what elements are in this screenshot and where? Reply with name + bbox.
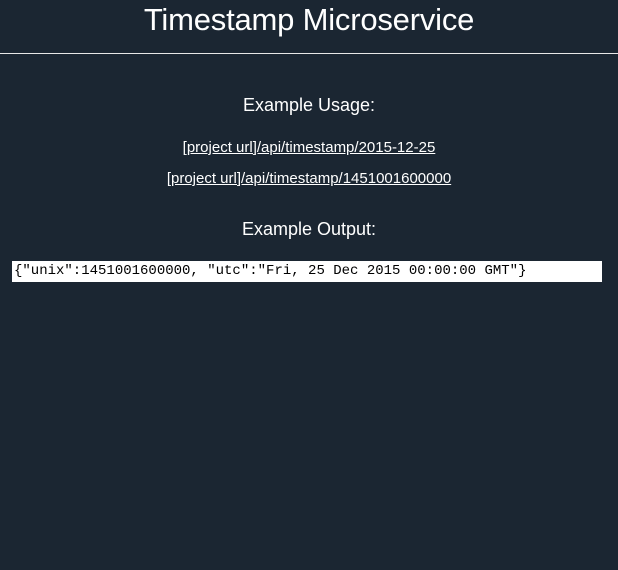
example-links: [project url]/api/timestamp/2015-12-25 [… [0, 137, 618, 199]
example-link-unix[interactable]: [project url]/api/timestamp/145100160000… [0, 168, 618, 190]
page-title: Timestamp Microservice [143, 2, 475, 37]
example-output-code: {"unix":1451001600000, "utc":"Fri, 25 De… [12, 261, 602, 282]
page: Timestamp Microservice Example Usage: [p… [0, 0, 618, 570]
page-header: Timestamp Microservice [0, 0, 618, 54]
example-usage-heading: Example Usage: [242, 95, 376, 115]
example-output-heading: Example Output: [241, 219, 377, 239]
example-link-date[interactable]: [project url]/api/timestamp/2015-12-25 [0, 137, 618, 159]
